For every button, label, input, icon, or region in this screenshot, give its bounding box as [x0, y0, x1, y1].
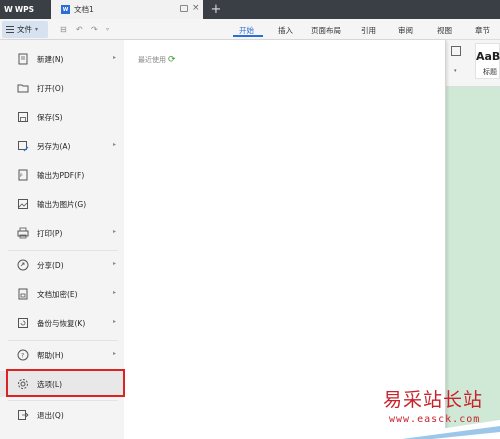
- image-icon: [18, 199, 28, 209]
- tab-view[interactable]: 视图: [437, 25, 452, 36]
- document-tab[interactable]: W 文档1 ×: [51, 0, 203, 19]
- paragraph-settings-icon[interactable]: [451, 46, 461, 56]
- undo-icon[interactable]: ↶: [76, 25, 83, 34]
- menu-item-label: 分享(D): [37, 261, 64, 270]
- new-tab-button[interactable]: +: [208, 2, 224, 17]
- file-menu-button[interactable]: 文件 ▾: [2, 21, 48, 38]
- open-folder-icon: [17, 84, 29, 93]
- chevron-down-icon[interactable]: ▾: [454, 68, 457, 74]
- chevron-right-icon: ▸: [113, 350, 117, 357]
- monitor-icon[interactable]: [180, 5, 188, 12]
- style-label: 标题: [483, 68, 497, 76]
- new-icon: [18, 53, 28, 65]
- tab-insert[interactable]: 插入: [278, 25, 293, 36]
- active-tab-indicator: [233, 35, 263, 37]
- save-icon: [18, 112, 28, 122]
- svg-text:P: P: [20, 173, 23, 178]
- menu-item-exit[interactable]: 退出(Q): [0, 402, 124, 428]
- menu-item-help[interactable]: ? 帮助(H) ▸: [0, 342, 124, 368]
- help-icon: ?: [17, 349, 29, 361]
- chevron-right-icon: ▸: [113, 289, 117, 296]
- menu-item-label: 打开(O): [37, 84, 64, 93]
- divider: [8, 340, 118, 341]
- recent-files-header: 最近使用 ⟳: [138, 55, 176, 65]
- chevron-right-icon: ▸: [113, 318, 117, 325]
- menu-item-export-pdf[interactable]: P 输出为PDF(F): [0, 162, 124, 188]
- tab-references[interactable]: 引用: [361, 25, 376, 36]
- wps-logo-text: WPS: [14, 5, 34, 14]
- menu-item-label: 退出(Q): [37, 411, 64, 420]
- print-icon: [17, 227, 29, 239]
- customize-icon[interactable]: ▿: [106, 26, 109, 33]
- file-menu-label: 文件: [17, 25, 32, 34]
- watermark-url: www.easck.com: [389, 414, 481, 425]
- menu-item-label: 保存(S): [37, 113, 63, 122]
- chevron-right-icon: ▸: [113, 228, 117, 235]
- chevron-right-icon: ▸: [113, 54, 117, 61]
- exit-icon: [18, 410, 29, 420]
- divider: [8, 400, 118, 401]
- menu-item-label: 帮助(H): [37, 351, 64, 360]
- menu-item-save[interactable]: 保存(S): [0, 104, 124, 130]
- chevron-right-icon: ▸: [113, 141, 117, 148]
- pdf-icon: P: [18, 169, 28, 181]
- close-tab-icon[interactable]: ×: [192, 3, 200, 13]
- menu-item-export-image[interactable]: 输出为图片(G): [0, 191, 124, 217]
- save-icon[interactable]: ⊟: [60, 25, 67, 34]
- menu-item-label: 输出为PDF(F): [37, 171, 85, 180]
- highlight-box: [6, 369, 125, 397]
- menu-item-save-as[interactable]: 另存为(A) ▸: [0, 133, 124, 159]
- menu-item-print[interactable]: 打印(P) ▸: [0, 220, 124, 246]
- chevron-down-icon: ▾: [35, 26, 39, 33]
- chevron-right-icon: ▸: [113, 260, 117, 267]
- tab-review[interactable]: 审阅: [398, 25, 413, 36]
- menu-item-label: 新建(N): [37, 55, 64, 64]
- menu-item-label: 输出为图片(G): [37, 200, 87, 209]
- menu-item-label: 文档加密(E): [37, 290, 78, 299]
- tab-chapter[interactable]: 章节: [475, 25, 490, 36]
- menu-item-open[interactable]: 打开(O): [0, 75, 124, 101]
- menu-item-label: 另存为(A): [37, 142, 71, 151]
- hamburger-icon: [6, 26, 14, 33]
- watermark-text: 易采站长站: [383, 389, 484, 411]
- wps-logo[interactable]: W WPS: [4, 4, 34, 15]
- recent-files-label: 最近使用: [138, 56, 166, 64]
- title-bar: W WPS W 文档1 × +: [0, 0, 500, 19]
- style-gallery-heading[interactable]: AaB 标题: [475, 43, 500, 79]
- menu-item-encrypt[interactable]: 文档加密(E) ▸: [0, 281, 124, 307]
- wps-logo-icon: W: [4, 5, 13, 14]
- tab-page-layout[interactable]: 页面布局: [311, 25, 341, 36]
- divider: [8, 250, 118, 251]
- redo-icon[interactable]: ↷: [91, 25, 98, 34]
- save-as-icon: [18, 141, 29, 152]
- style-sample: AaB: [476, 50, 500, 63]
- menu-item-label: 打印(P): [37, 229, 63, 238]
- share-icon: [17, 259, 29, 271]
- document-tab-title: 文档1: [74, 5, 94, 14]
- encrypt-icon: [18, 288, 28, 300]
- menu-item-new[interactable]: 新建(N) ▸: [0, 46, 124, 72]
- svg-text:?: ?: [21, 353, 24, 360]
- menu-item-share[interactable]: 分享(D) ▸: [0, 252, 124, 278]
- menu-item-backup[interactable]: 备份与恢复(K) ▸: [0, 310, 124, 336]
- document-icon: W: [61, 5, 70, 14]
- menu-item-label: 备份与恢复(K): [37, 319, 86, 328]
- refresh-icon[interactable]: ⟳: [168, 55, 176, 65]
- backup-icon: [18, 318, 28, 328]
